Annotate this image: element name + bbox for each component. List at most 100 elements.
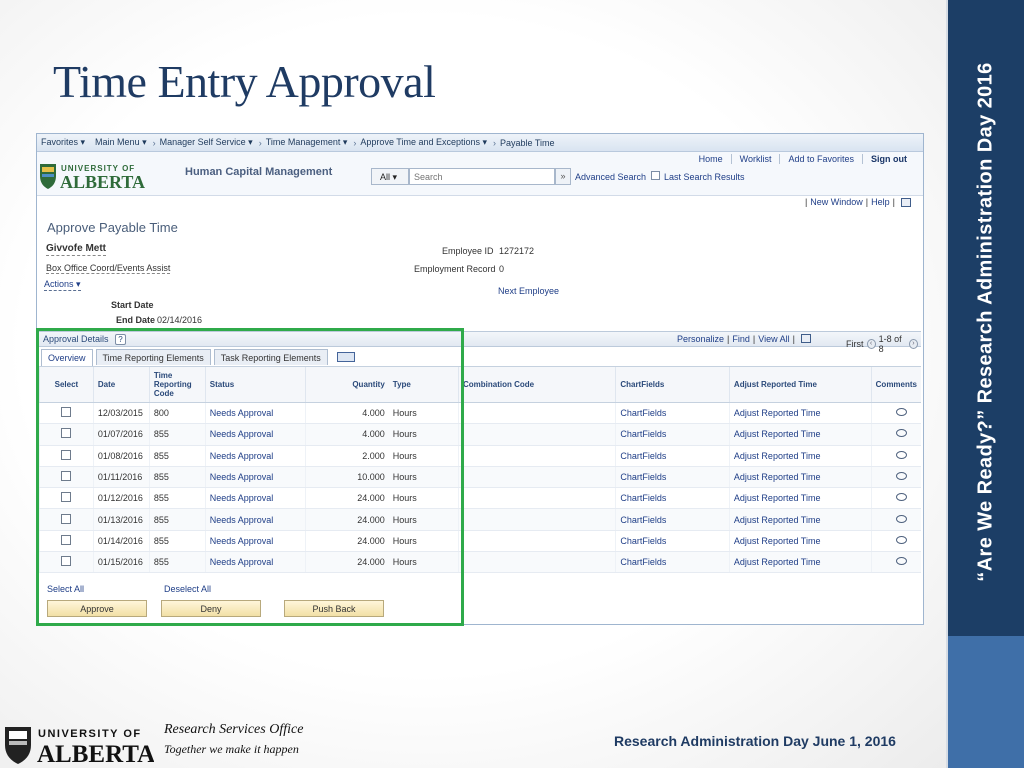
download-grid-icon[interactable] xyxy=(800,334,811,343)
show-all-columns-icon[interactable] xyxy=(336,352,355,362)
chartfields-link[interactable]: ChartFields xyxy=(620,429,666,439)
nav-manager-self-service[interactable]: Manager Self Service ▾ xyxy=(160,137,253,148)
adjust-reported-time-link[interactable]: Adjust Reported Time xyxy=(734,536,821,546)
row-select-checkbox[interactable] xyxy=(61,449,72,460)
push-back-button[interactable]: Push Back xyxy=(284,600,384,617)
prev-arrow-icon[interactable]: ‹ xyxy=(866,339,876,349)
help-icon[interactable]: ? xyxy=(115,334,126,345)
comment-icon[interactable] xyxy=(896,472,907,481)
select-all-link[interactable]: Select All xyxy=(47,584,84,594)
adjust-reported-time-link[interactable]: Adjust Reported Time xyxy=(734,472,821,482)
status-link[interactable]: Needs Approval xyxy=(210,536,274,546)
help-link[interactable]: Help xyxy=(871,197,890,207)
row-select-checkbox[interactable] xyxy=(61,428,72,439)
home-link[interactable]: Home xyxy=(691,154,731,164)
status-link[interactable]: Needs Approval xyxy=(210,451,274,461)
grid-icon[interactable] xyxy=(901,197,911,207)
footer-university-logo: UNIVERSITY OF ALBERTA xyxy=(5,727,154,766)
status-link[interactable]: Needs Approval xyxy=(210,515,274,525)
row-select-checkbox[interactable] xyxy=(61,556,72,567)
adjust-reported-time-link[interactable]: Adjust Reported Time xyxy=(734,515,821,525)
chartfields-cell: ChartFields xyxy=(615,487,730,510)
actions-menu[interactable]: Actions ▾ xyxy=(44,279,81,291)
status-link[interactable]: Needs Approval xyxy=(210,557,274,567)
deny-button[interactable]: Deny xyxy=(161,600,261,617)
adjust-reported-time-link[interactable]: Adjust Reported Time xyxy=(734,429,821,439)
row-select-checkbox[interactable] xyxy=(61,407,72,418)
nav-payable-time[interactable]: Payable Time xyxy=(500,138,555,148)
comments-cell xyxy=(870,402,921,425)
employee-name[interactable]: Givvofe Mett xyxy=(46,243,107,256)
first-link[interactable]: First xyxy=(846,339,864,349)
status-link[interactable]: Needs Approval xyxy=(210,408,274,418)
grid-tabs: Overview Time Reporting Elements Task Re… xyxy=(41,349,355,366)
comment-icon[interactable] xyxy=(896,514,907,523)
footer-tagline: Together we make it happen xyxy=(164,742,299,756)
find-link[interactable]: Find xyxy=(732,334,750,344)
chartfields-cell: ChartFields xyxy=(615,466,730,489)
advanced-search-link[interactable]: Advanced Search xyxy=(575,172,646,182)
tab-task-reporting-elements[interactable]: Task Reporting Elements xyxy=(213,349,328,365)
next-arrow-icon[interactable]: › xyxy=(908,339,919,349)
nav-main-menu[interactable]: Main Menu ▾ xyxy=(95,137,147,148)
row-select-checkbox[interactable] xyxy=(61,513,72,524)
status-link[interactable]: Needs Approval xyxy=(210,493,274,503)
select-cell xyxy=(39,423,94,446)
tab-overview[interactable]: Overview xyxy=(41,349,93,366)
row-select-checkbox[interactable] xyxy=(61,492,72,503)
comment-icon[interactable] xyxy=(896,429,907,438)
col-status: Status xyxy=(204,366,306,403)
comments-cell xyxy=(870,551,921,574)
adjust-reported-time-link[interactable]: Adjust Reported Time xyxy=(734,557,821,567)
chartfields-link[interactable]: ChartFields xyxy=(620,408,666,418)
date-cell: 01/07/2016 xyxy=(92,423,150,446)
grid-pagination: First ‹ 1-8 of 8 › xyxy=(846,334,921,354)
combination-code-cell xyxy=(458,508,616,531)
nav-time-management[interactable]: Time Management ▾ xyxy=(266,137,348,148)
employee-job-title[interactable]: Box Office Coord/Events Assist xyxy=(46,263,171,274)
combination-code-cell xyxy=(458,530,616,553)
chartfields-link[interactable]: ChartFields xyxy=(620,451,666,461)
row-select-checkbox[interactable] xyxy=(61,534,72,545)
new-window-link[interactable]: New Window xyxy=(810,197,863,207)
select-cell xyxy=(39,487,94,510)
nav-favorites[interactable]: Favorites ▾ xyxy=(41,137,85,148)
search-input[interactable] xyxy=(409,168,555,185)
deselect-all-link[interactable]: Deselect All xyxy=(164,584,211,594)
worklist-link[interactable]: Worklist xyxy=(730,154,780,164)
adjust-reported-time-link[interactable]: Adjust Reported Time xyxy=(734,408,821,418)
chartfields-link[interactable]: ChartFields xyxy=(620,557,666,567)
search-go-button[interactable]: » xyxy=(555,168,571,185)
employment-record-label: Employment Record xyxy=(414,264,496,274)
add-to-favorites-link[interactable]: Add to Favorites xyxy=(779,154,862,164)
nav-approve-time[interactable]: Approve Time and Exceptions ▾ xyxy=(360,137,487,148)
comment-icon[interactable] xyxy=(896,493,907,502)
status-link[interactable]: Needs Approval xyxy=(210,472,274,482)
last-search-results-link[interactable]: Last Search Results xyxy=(664,172,745,182)
chartfields-link[interactable]: ChartFields xyxy=(620,472,666,482)
comment-icon[interactable] xyxy=(896,535,907,544)
personalize-link[interactable]: Personalize xyxy=(677,334,724,344)
sign-out-link[interactable]: Sign out xyxy=(862,154,915,164)
date-cell: 01/12/2016 xyxy=(92,487,150,510)
chartfields-link[interactable]: ChartFields xyxy=(620,515,666,525)
comment-icon[interactable] xyxy=(896,557,907,566)
svg-text:UNIVERSITY OF: UNIVERSITY OF xyxy=(38,728,142,740)
view-all-link[interactable]: View All xyxy=(758,334,789,344)
chartfields-link[interactable]: ChartFields xyxy=(620,493,666,503)
search-scope-select[interactable]: All ▾ xyxy=(371,168,409,185)
status-cell: Needs Approval xyxy=(204,508,306,531)
adjust-reported-time-link[interactable]: Adjust Reported Time xyxy=(734,451,821,461)
status-link[interactable]: Needs Approval xyxy=(210,429,274,439)
comments-cell xyxy=(870,466,921,489)
next-employee-link[interactable]: Next Employee xyxy=(498,286,559,296)
adjust-reported-time-link[interactable]: Adjust Reported Time xyxy=(734,493,821,503)
approve-button[interactable]: Approve xyxy=(47,600,147,617)
tab-time-reporting-elements[interactable]: Time Reporting Elements xyxy=(95,349,211,365)
comment-icon[interactable] xyxy=(896,408,907,417)
last-search-icon xyxy=(651,171,660,180)
chartfields-link[interactable]: ChartFields xyxy=(620,536,666,546)
select-cell xyxy=(39,445,94,467)
comment-icon[interactable] xyxy=(896,450,907,459)
row-select-checkbox[interactable] xyxy=(61,471,72,482)
